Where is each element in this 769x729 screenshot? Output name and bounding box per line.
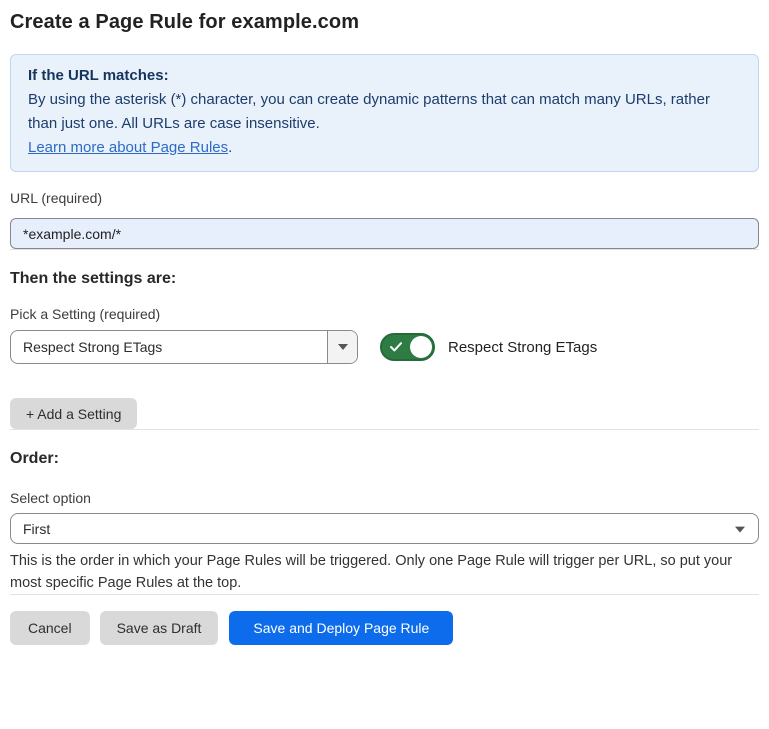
order-select[interactable]: First [10, 513, 759, 544]
toggle-label: Respect Strong ETags [448, 339, 597, 356]
url-input[interactable] [10, 218, 759, 249]
chevron-down-icon [338, 344, 348, 350]
footer-actions: Cancel Save as Draft Save and Deploy Pag… [10, 611, 759, 645]
divider [10, 249, 759, 250]
add-setting-button[interactable]: + Add a Setting [10, 398, 137, 429]
settings-section-heading: Then the settings are: [10, 270, 759, 288]
save-as-draft-button[interactable]: Save as Draft [100, 611, 219, 645]
order-select-label: Select option [10, 490, 759, 506]
divider [10, 429, 759, 430]
order-section-heading: Order: [10, 450, 759, 468]
order-select-value: First [23, 521, 50, 537]
setting-select-caret-button[interactable] [327, 331, 357, 363]
url-field-label: URL (required) [10, 190, 759, 206]
respect-strong-etags-toggle[interactable] [380, 333, 435, 361]
create-page-rule-form: Create a Page Rule for example.com If th… [0, 11, 769, 645]
info-box-body: By using the asterisk (*) character, you… [28, 88, 741, 160]
info-box-heading: If the URL matches: [28, 64, 741, 88]
check-icon [390, 342, 402, 352]
setting-select[interactable]: Respect Strong ETags [10, 330, 358, 364]
link-period: . [228, 139, 232, 156]
save-and-deploy-button[interactable]: Save and Deploy Page Rule [229, 611, 453, 645]
divider [10, 594, 759, 595]
url-match-info-box: If the URL matches: By using the asteris… [10, 54, 759, 172]
chevron-down-icon [735, 526, 745, 532]
order-help-text: This is the order in which your Page Rul… [10, 550, 755, 594]
learn-more-link[interactable]: Learn more about Page Rules [28, 139, 228, 156]
setting-row: Respect Strong ETags Respect Strong ETag… [10, 330, 759, 364]
setting-select-value: Respect Strong ETags [11, 331, 327, 363]
pick-setting-label: Pick a Setting (required) [10, 306, 759, 322]
toggle-knob [410, 336, 432, 358]
page-title: Create a Page Rule for example.com [10, 11, 759, 34]
cancel-button[interactable]: Cancel [10, 611, 90, 645]
